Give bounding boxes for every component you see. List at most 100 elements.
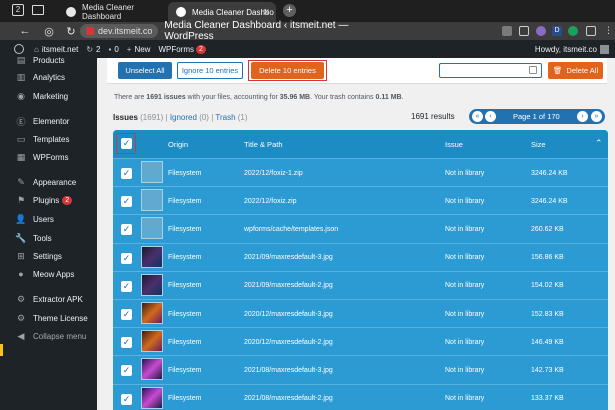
row-path[interactable]: wpforms/cache/templates.json xyxy=(244,215,338,243)
sidebar-item-theme-license[interactable]: ⚙ Theme License xyxy=(0,310,97,326)
sidebar-item-wpforms[interactable]: ▦ WPForms xyxy=(0,149,97,165)
row-checkbox[interactable]: ✓ xyxy=(121,309,132,320)
tab-ignored[interactable]: Ignored xyxy=(170,113,197,122)
sidebar-item-analytics[interactable]: ▥ Analytics xyxy=(0,69,97,85)
row-checkbox[interactable]: ✓ xyxy=(121,168,132,179)
row-origin: Filesystem xyxy=(168,197,202,205)
address-bar[interactable]: dev.itsmeit.co Media Cleaner Dashboard ‹… xyxy=(80,20,380,42)
table-row[interactable]: ✓ Filesystem wpforms/cache/templates.json N… xyxy=(113,214,608,243)
wpforms-badge: 2 xyxy=(196,44,206,54)
row-path[interactable]: 2022/12/foxiz-1.zip xyxy=(244,159,303,187)
sidebar-item-templates[interactable]: ▭ Templates xyxy=(0,131,97,147)
analytics-icon: ▥ xyxy=(16,71,26,82)
table-row[interactable]: ✓ Filesystem 2021/09/maxresdefault-2.jpg No… xyxy=(113,270,608,300)
collapse-menu-button[interactable]: ◀ Collapse menu xyxy=(0,328,97,344)
header-title-path[interactable]: Title & Path xyxy=(244,140,283,149)
sidebar-item-extractor-apk[interactable]: ⚙ Extractor APK xyxy=(0,291,97,307)
row-path[interactable]: 2021/09/maxresdefault-3.jpg xyxy=(244,244,333,272)
shield-icon[interactable]: ◎ xyxy=(40,25,58,38)
row-path[interactable]: 2022/12/foxiz.zip xyxy=(244,187,297,215)
row-path[interactable]: 2020/12/maxresdefault-2.jpg xyxy=(244,328,333,356)
row-checkbox[interactable]: ✓ xyxy=(121,393,132,405)
filter-tabs: Issues (1691) | Ignored (0) | Trash (1) xyxy=(113,113,248,122)
row-checkbox[interactable]: ✓ xyxy=(121,224,132,236)
trash-count-label: (1) xyxy=(237,113,248,122)
row-size: 152.83 KB xyxy=(531,310,564,318)
row-issue: Not in library xyxy=(445,225,485,233)
row-checkbox[interactable]: ✓ xyxy=(121,337,132,349)
select-all-checkbox[interactable]: ✓ xyxy=(121,138,132,149)
row-size: 146.49 KB xyxy=(531,338,564,346)
row-path[interactable]: 2021/08/maxresdefault-3.jpg xyxy=(244,356,333,384)
wordpress-tab-icon xyxy=(66,7,76,17)
sort-chevron-up-icon[interactable]: ⌃ xyxy=(595,138,603,149)
row-origin: Filesystem xyxy=(168,366,202,374)
tab-media-cleaner-1[interactable]: Media Cleaner Dashboard xyxy=(58,2,168,22)
new-tab-icon[interactable]: + xyxy=(283,4,296,17)
row-checkbox[interactable]: ✓ xyxy=(121,280,132,292)
header-issue[interactable]: Issue xyxy=(445,140,463,149)
share-icon[interactable] xyxy=(519,26,529,36)
delete-all-button[interactable]: 🗑 Delete All xyxy=(548,62,603,79)
last-page-icon[interactable]: » xyxy=(591,111,602,122)
row-checkbox[interactable]: ✓ xyxy=(121,252,132,264)
sidebar-item-plugins[interactable]: ⚑ Plugins 2 xyxy=(0,192,97,208)
marketing-icon: ◉ xyxy=(17,90,25,101)
new-content-link[interactable]: + New xyxy=(127,45,151,54)
workspace-icon[interactable]: 2 xyxy=(12,4,24,16)
sidebar-item-products[interactable]: ▤ Products xyxy=(0,52,97,68)
issues-count-label: (1691) xyxy=(140,113,164,122)
row-path[interactable]: 2020/12/maxresdefault-3.jpg xyxy=(244,300,333,328)
thumbnail xyxy=(141,302,163,324)
unselect-all-button[interactable]: Unselect All xyxy=(118,62,172,79)
table-row[interactable]: ✓ Filesystem 2022/12/foxiz.zip Not in libra… xyxy=(113,186,608,215)
comment-icon: ▪ xyxy=(108,44,112,54)
first-page-icon[interactable]: « xyxy=(472,111,483,122)
row-checkbox[interactable]: ✓ xyxy=(121,196,132,208)
row-path[interactable]: 2021/09/maxresdefault-2.jpg xyxy=(244,272,333,300)
folder-icon[interactable] xyxy=(32,5,44,15)
sidebar-item-appearance[interactable]: ✎ Appearance xyxy=(0,174,97,190)
header-size[interactable]: Size xyxy=(531,140,546,149)
table-row[interactable]: ✓ Filesystem 2021/08/maxresdefault-2.jpg No… xyxy=(113,383,608,410)
sidebar-item-settings[interactable]: ⊞ Settings xyxy=(0,248,97,264)
tab-trash[interactable]: Trash xyxy=(215,113,235,122)
table-row[interactable]: ✓ Filesystem 2020/12/maxresdefault-2.jpg No… xyxy=(113,327,608,356)
g-extension-icon[interactable] xyxy=(568,26,578,36)
sidebar-item-users[interactable]: 👤 Users xyxy=(0,211,97,227)
search-icon[interactable] xyxy=(529,66,537,74)
next-page-icon[interactable]: › xyxy=(577,111,588,122)
comments-link[interactable]: ▪ 0 xyxy=(108,45,118,54)
bookmark-icon[interactable] xyxy=(586,26,596,36)
delete-entries-button[interactable]: Delete 10 entries xyxy=(251,62,324,79)
row-origin: Filesystem xyxy=(168,395,202,403)
table-row[interactable]: ✓ Filesystem 2021/08/maxresdefault-3.jpg No… xyxy=(113,355,608,384)
translate-icon[interactable] xyxy=(502,26,512,36)
sidebar-item-marketing[interactable]: ◉ Marketing xyxy=(0,88,97,104)
d-extension-icon[interactable]: D xyxy=(552,26,562,36)
menu-icon[interactable]: ⋮ xyxy=(604,26,613,36)
table-row[interactable]: ✓ Filesystem 2022/12/foxiz-1.zip Not in lib… xyxy=(113,158,608,186)
table-row[interactable]: ✓ Filesystem 2021/09/maxresdefault-3.jpg No… xyxy=(113,242,608,272)
sidebar-item-meow-apps[interactable]: ● Meow Apps xyxy=(0,266,97,282)
header-origin[interactable]: Origin xyxy=(168,140,188,149)
back-icon[interactable]: ← xyxy=(16,25,34,37)
row-size: 154.02 KB xyxy=(531,282,564,290)
table-row[interactable]: ✓ Filesystem 2020/12/maxresdefault-3.jpg No… xyxy=(113,299,608,327)
row-checkbox[interactable]: ✓ xyxy=(121,365,132,377)
extension-icon[interactable] xyxy=(536,26,546,36)
howdy-account-link[interactable]: Howdy, itsmeit.co xyxy=(535,44,609,54)
tab-issues[interactable]: Issues xyxy=(113,113,138,122)
row-issue: Not in library xyxy=(445,197,485,205)
search-input[interactable] xyxy=(439,63,542,78)
close-tab-icon[interactable]: ✕ xyxy=(262,7,270,18)
ignore-entries-button[interactable]: Ignore 10 entries xyxy=(177,62,243,79)
reload-icon[interactable]: ↻ xyxy=(62,25,80,38)
prev-page-icon[interactable]: ‹ xyxy=(485,111,496,122)
sidebar-item-elementor[interactable]: Ⓔ Elementor xyxy=(0,113,97,129)
row-path[interactable]: 2021/08/maxresdefault-2.jpg xyxy=(244,385,333,410)
sidebar-item-tools[interactable]: 🔧 Tools xyxy=(0,230,97,246)
wpforms-link[interactable]: WPForms 2 xyxy=(158,44,206,54)
tab-media-cleaner-2[interactable]: Media Cleaner Dashbo ✕ xyxy=(168,2,276,22)
avatar xyxy=(600,44,609,54)
